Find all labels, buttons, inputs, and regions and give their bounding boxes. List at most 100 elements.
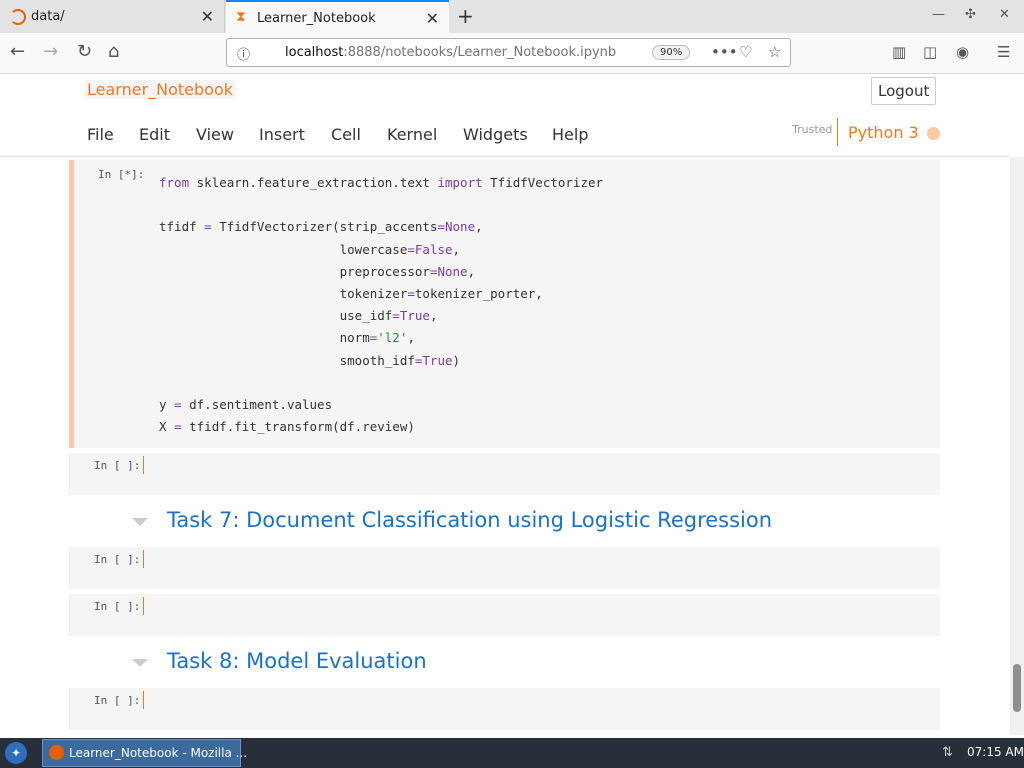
page-scrollbar[interactable] [1010,157,1024,735]
trusted-indicator[interactable]: Trusted [792,123,832,136]
tab-data[interactable]: data/ ✕ [0,0,225,33]
tab-label: Learner_Notebook [257,11,376,26]
cell-prompt: In [ ]: [94,553,141,566]
tab-label: data/ [31,9,65,24]
menu-help[interactable]: Help [552,125,588,144]
url-bar[interactable]: ⓘ localhost:8888/notebooks/Learner_Noteb… [226,38,791,67]
firefox-icon [49,745,64,760]
cell-prompt: In [ ]: [94,459,141,472]
reload-icon[interactable]: ↻ [77,41,92,62]
url-text[interactable]: localhost:8888/notebooks/Learner_Noteboo… [285,45,616,60]
home-icon[interactable]: ⌂ [108,41,119,62]
hourglass-icon: ⧗ [236,9,246,25]
code-token: , [452,241,461,257]
site-info-icon[interactable]: ⓘ [237,44,250,63]
collapse-heading-icon[interactable] [132,518,148,526]
navigation-toolbar: ← → ↻ ⌂ ⓘ localhost:8888/notebooks/Learn… [0,33,1024,74]
code-cell-active[interactable]: In [*]: from sklearn.feature_extraction.… [69,160,940,448]
kernel-name[interactable]: Python 3 [848,123,919,142]
code-token: 'l2' [377,330,408,346]
code-token: import [437,175,483,190]
cell-prompt: In [ ]: [94,694,141,707]
forward-icon[interactable]: → [43,41,58,62]
code-token: = [204,219,212,235]
code-token: = [407,286,415,302]
clock[interactable]: 07:15 AM [967,745,1024,759]
code-token: , [429,308,438,324]
page-actions-icon[interactable]: ••• [711,43,738,61]
heading-task-8: Task 8: Model Evaluation [167,649,427,673]
code-token: True [422,352,453,368]
menu-file[interactable]: File [87,125,114,144]
code-token: tokenizer [159,286,408,302]
start-menu-icon[interactable]: ✦ [5,742,27,764]
close-icon[interactable]: ✕ [201,7,214,26]
url-host: localhost [285,45,344,60]
cell-prompt: In [*]: [98,168,145,181]
code-token: use_idf [159,308,393,324]
code-token: , [475,219,483,235]
taskbar-window-label: Learner_Notebook - Mozilla ... [69,746,248,760]
code-cell-empty[interactable]: In [ ]: [69,688,940,730]
collapse-heading-icon[interactable] [132,659,148,667]
maximize-icon[interactable]: ✣ [965,7,976,22]
code-cell-empty[interactable]: In [ ]: [69,453,940,495]
menu-edit[interactable]: Edit [139,125,170,144]
window-close-icon[interactable]: ✕ [999,7,1010,22]
zoom-badge[interactable]: 90% [652,45,691,60]
minimize-icon[interactable]: — [932,7,945,22]
cell-input-border [143,691,144,709]
heading-task-7: Task 7: Document Classification using Lo… [167,508,773,532]
pocket-icon[interactable]: ♡ [739,43,752,61]
code-token: tfidf.fit_transform(df.review) [181,419,415,435]
code-token: ) [452,352,461,368]
scrollbar-thumb[interactable] [1013,664,1021,712]
notebook-title[interactable]: Learner_Notebook [85,80,236,99]
notebook-container: In [*]: from sklearn.feature_extraction.… [0,157,1010,735]
code-token: True [399,308,430,324]
cell-input-border [143,456,144,474]
menu-icon[interactable]: ☰ [997,43,1010,61]
code-token: None [437,263,468,279]
code-token: lowercase [159,241,408,257]
kernel-separator [837,118,838,146]
menu-widgets[interactable]: Widgets [463,125,528,144]
code-token: = [407,241,415,257]
cell-prompt: In [ ]: [94,600,141,613]
sidebar-icon[interactable]: ◫ [923,43,937,61]
code-token: , [467,263,476,279]
code-token: from [159,175,190,190]
code-token: tokenizer_porter, [414,286,543,302]
menu-insert[interactable]: Insert [259,125,305,144]
network-icon[interactable]: ⇅ [942,745,953,760]
firefox-loading-icon [10,9,26,25]
code-token: preprocessor [159,263,430,279]
new-tab-icon[interactable]: + [457,4,474,28]
logout-button[interactable]: Logout [871,77,937,105]
back-icon[interactable]: ← [10,41,25,62]
code-token: = [437,219,445,235]
taskbar-window-firefox[interactable]: Learner_Notebook - Mozilla ... [42,739,247,767]
code-token: norm [159,330,370,346]
code-token: , [407,330,415,346]
code-token: X [159,419,175,435]
bookmark-star-icon[interactable]: ☆ [768,43,781,61]
code-token: None [445,219,476,235]
url-path: :8888/notebooks/Learner_Notebook.ipynb [343,45,617,60]
account-icon[interactable]: ◉ [956,43,969,61]
close-icon[interactable]: ✕ [426,9,439,28]
menu-kernel[interactable]: Kernel [387,125,437,144]
menu-cell[interactable]: Cell [331,125,361,144]
code-token: tfidf [159,219,205,235]
tab-learner-notebook[interactable]: ⧗ Learner_Notebook ✕ [226,0,449,33]
menu-view[interactable]: View [196,125,234,144]
code-token: TfidfVectorizer [482,175,604,190]
code-token: False [414,241,453,257]
code-cell-empty[interactable]: In [ ]: [69,594,940,636]
kernel-busy-indicator [927,127,940,140]
library-icon[interactable]: ▥ [892,43,906,61]
code-token: smooth_idf [159,352,415,368]
code-cell-empty[interactable]: In [ ]: [69,547,940,589]
cell-input-border [143,597,144,615]
cell-code[interactable]: from sklearn.feature_extraction.text imp… [159,172,603,438]
